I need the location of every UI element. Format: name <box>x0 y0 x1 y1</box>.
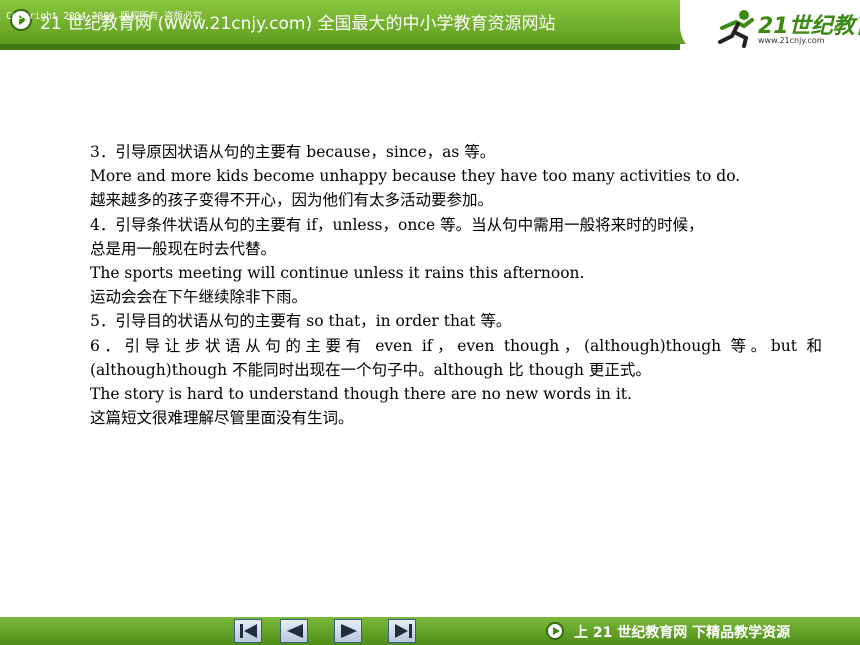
skip-forward-icon <box>395 624 412 638</box>
runner-logo-icon <box>718 10 754 48</box>
footer-slogan: 上 21 世纪教育网 下精品教学资源 <box>574 625 791 641</box>
logo-url: www.21cnjy.com <box>758 36 825 45</box>
text-line: The sports meeting will continue unless … <box>90 264 585 283</box>
text-line: 4．引导条件状语从句的主要有 if，unless，once 等。当从句中需用一般… <box>90 215 704 234</box>
site-logo[interactable]: 21世纪教育 www.21cnjy.com <box>708 6 860 52</box>
text-line: 运动会会在下午继续除非下雨。 <box>90 288 308 307</box>
arrow-left-icon <box>287 624 303 638</box>
header-divider <box>0 44 680 50</box>
text-line: 总是用一般现在时去代替。 <box>90 239 277 258</box>
next-slide-button[interactable] <box>334 619 362 643</box>
text-line: 越来越多的孩子变得不开心，因为他们有太多活动要参加。 <box>90 191 494 210</box>
skip-back-icon <box>240 624 257 638</box>
text-line: (although)though 不能同时出现在一个句子中。although 比… <box>90 360 651 379</box>
previous-slide-button[interactable] <box>280 619 308 643</box>
last-slide-button[interactable] <box>388 619 416 643</box>
text-line: 3．引导原因状语从句的主要有 because，since，as 等。 <box>90 143 496 161</box>
arrow-right-icon <box>341 624 357 638</box>
text-line: More and more kids become unhappy becaus… <box>90 167 741 186</box>
copyright-text: Copyright 2004-2009 版权所有 盗版必究 <box>6 11 203 22</box>
first-slide-button[interactable] <box>234 619 262 643</box>
text-line: 6．引导让步状语从句的主要有 even if，even though，(alth… <box>90 336 822 355</box>
play-icon <box>546 622 564 640</box>
text-line: 5．引导目的状语从句的主要有 so that，in order that 等。 <box>90 312 512 331</box>
slide-content: 3．引导原因状语从句的主要有 because，since，as 等。 More … <box>90 140 822 430</box>
text-line: The story is hard to understand though t… <box>90 385 632 404</box>
text-line: 这篇短文很难理解尽管里面没有生词。 <box>90 409 354 428</box>
